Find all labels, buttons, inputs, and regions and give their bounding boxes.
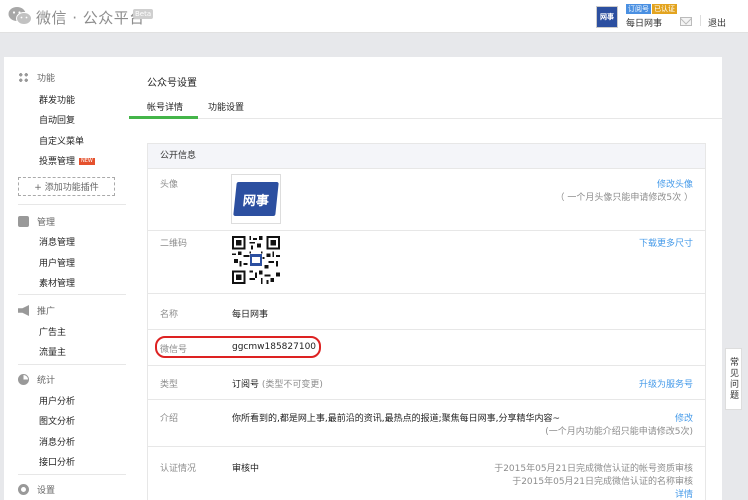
- sidebar-divider: [18, 474, 126, 475]
- edit-intro-link[interactable]: 修改: [675, 411, 693, 424]
- row-divider: [148, 446, 705, 447]
- public-info-panel: 公开信息 头像 网事 修改头像 （ 一个月头像只能申请修改5次 ） 二维码 下载…: [147, 143, 706, 500]
- pie-chart-icon: [18, 374, 29, 385]
- avatar-note: （ 一个月头像只能申请修改5次 ）: [555, 193, 693, 203]
- sidebar-item-auto-reply[interactable]: 自动回复: [39, 113, 75, 126]
- sidebar-item-messages[interactable]: 消息管理: [39, 235, 75, 248]
- sidebar-item-api-analysis[interactable]: 接口分析: [39, 455, 75, 468]
- section-header: 公开信息: [148, 144, 705, 169]
- sidebar-group-label: 设置: [37, 486, 56, 496]
- gear-icon: [18, 484, 29, 495]
- sidebar-group-label: 功能: [37, 74, 56, 84]
- upgrade-service-link[interactable]: 升级为服务号: [639, 377, 693, 390]
- sidebar-group-label: 统计: [37, 376, 56, 386]
- sidebar-item-vote[interactable]: 投票管理 NEW: [39, 154, 95, 167]
- account-avatar-large: 网事: [231, 174, 281, 224]
- row-divider: [148, 293, 705, 294]
- active-tab-indicator: [129, 116, 198, 119]
- account-name[interactable]: 每日网事: [626, 16, 662, 29]
- page-title: 公众号设置: [147, 78, 197, 89]
- type-text: 订阅号: [232, 380, 260, 390]
- grid-icon: [18, 72, 29, 83]
- subscription-tag: 订阅号: [626, 4, 651, 14]
- tabs-divider: [129, 118, 722, 119]
- sidebar-item-custom-menu[interactable]: 自定义菜单: [39, 134, 84, 147]
- platform-title[interactable]: 微信 · 公众平台: [36, 7, 145, 28]
- verification-note-name: 于2015年05月21日完成微信认证的名称审核: [512, 477, 693, 487]
- account-name-value: 每日网事: [232, 310, 269, 320]
- verification-details-link[interactable]: 详情: [675, 487, 693, 500]
- main-content: 公众号设置 帐号详情 功能设置 公开信息 头像 网事 修改头像 （ 一个月头像只…: [129, 57, 722, 500]
- row-divider: [148, 329, 705, 330]
- intro-label: 介绍: [160, 414, 179, 424]
- sidebar-item-materials[interactable]: 素材管理: [39, 276, 75, 289]
- intro-note: (一个月内功能介绍只能申请修改5次): [545, 427, 693, 437]
- sidebar-group-manage: 管理: [18, 215, 55, 228]
- sidebar-item-message-analysis[interactable]: 消息分析: [39, 435, 75, 448]
- name-label: 名称: [160, 310, 179, 320]
- sidebar-group-settings[interactable]: 设置: [18, 483, 55, 496]
- qrcode-label: 二维码: [160, 239, 188, 249]
- sidebar-item-article-analysis[interactable]: 图文分析: [39, 414, 75, 427]
- verification-label: 认证情况: [160, 464, 197, 474]
- speaker-icon: [18, 305, 29, 316]
- beta-badge: Beta: [133, 9, 154, 19]
- sidebar: 功能 群发功能 自动回复 自定义菜单 投票管理 NEW + 添加功能插件 管理 消…: [4, 57, 129, 500]
- add-plugin-button[interactable]: + 添加功能插件: [18, 177, 115, 196]
- row-divider: [148, 365, 705, 366]
- row-divider: [148, 230, 705, 231]
- sidebar-group-features: 功能: [18, 71, 55, 84]
- sidebar-divider: [18, 204, 126, 205]
- type-note: (类型不可变更): [261, 380, 323, 390]
- sidebar-group-label: 推广: [37, 307, 56, 317]
- sidebar-group-promotion: 推广: [18, 304, 55, 317]
- intro-value: 你所看到的,都是网上事,最前沿的资讯,最热点的报道;聚焦每日网事,分享精华内容~: [232, 414, 561, 424]
- mail-icon[interactable]: [680, 17, 692, 26]
- sidebar-divider: [18, 294, 126, 295]
- type-value: 订阅号 (类型不可变更): [232, 377, 323, 390]
- wechat-logo-icon: [8, 7, 32, 25]
- verified-tag: 已认证: [652, 4, 677, 14]
- new-badge: NEW: [79, 158, 95, 165]
- sidebar-item-mass-send[interactable]: 群发功能: [39, 93, 75, 106]
- faq-button[interactable]: 常见问题: [725, 348, 742, 410]
- sidebar-item-label: 投票管理: [39, 157, 76, 167]
- type-label: 类型: [160, 380, 179, 390]
- avatar-label: 头像: [160, 180, 179, 190]
- row-divider: [148, 399, 705, 400]
- download-qrcode-link[interactable]: 下载更多尺寸: [639, 236, 693, 249]
- avatar-image: 网事: [233, 182, 279, 216]
- tab-account-details[interactable]: 帐号详情: [147, 100, 183, 113]
- sidebar-item-advertiser[interactable]: 广告主: [39, 325, 66, 338]
- box-icon: [18, 216, 29, 227]
- tab-function-settings[interactable]: 功能设置: [208, 100, 244, 113]
- account-avatar[interactable]: 网事: [596, 6, 618, 28]
- verification-note-qualification: 于2015年05月21日完成微信认证的帐号资质审核: [494, 464, 693, 474]
- verification-value: 审核中: [232, 464, 260, 474]
- sidebar-group-label: 管理: [37, 218, 56, 228]
- logout-link[interactable]: 退出: [708, 16, 726, 29]
- sidebar-item-traffic-owner[interactable]: 流量主: [39, 345, 66, 358]
- header-divider: [700, 15, 701, 26]
- sidebar-group-statistics: 统计: [18, 373, 55, 386]
- sidebar-item-user-analysis[interactable]: 用户分析: [39, 394, 75, 407]
- highlight-circle: [155, 336, 321, 358]
- top-header: 微信 · 公众平台 Beta 网事 订阅号 已认证 每日网事 退出: [0, 0, 748, 33]
- qrcode-image: [232, 236, 280, 284]
- change-avatar-link[interactable]: 修改头像: [657, 177, 693, 190]
- sidebar-item-users[interactable]: 用户管理: [39, 256, 75, 269]
- sidebar-divider: [18, 364, 126, 365]
